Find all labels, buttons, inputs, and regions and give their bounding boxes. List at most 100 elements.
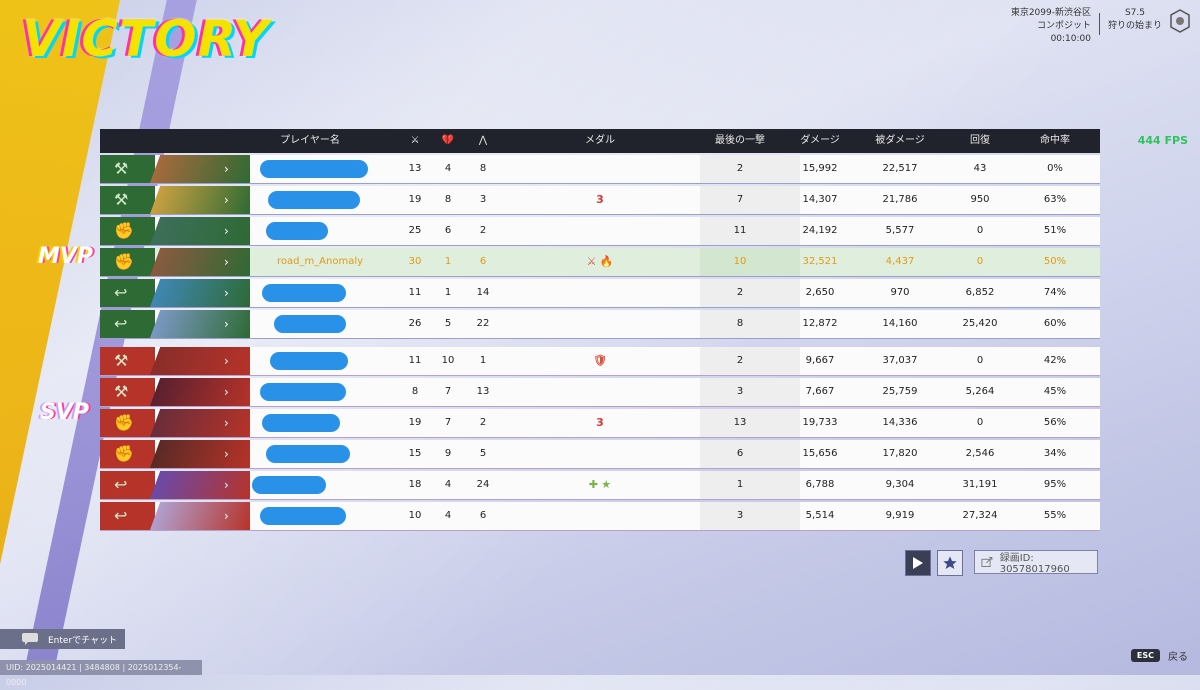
- player-row[interactable]: ↩ › 18 4 24 ✚ ★ 1 6,788 9,304 31,191 95%: [100, 471, 1100, 500]
- redacted-name: [266, 445, 350, 463]
- hero-portrait[interactable]: ✊ ›: [100, 409, 250, 437]
- accuracy: 55%: [1043, 510, 1067, 521]
- player-row[interactable]: ⚒ › 11 10 1 🛡 2 9,667 37,037 0 42%: [100, 347, 1100, 376]
- record-id-button[interactable]: 録画ID: 30578017960: [974, 550, 1098, 575]
- medal-icon: 3: [596, 193, 604, 206]
- back-button[interactable]: ESC 戻る: [1130, 648, 1188, 663]
- last-hit: 13: [733, 417, 747, 428]
- replay-button[interactable]: [905, 550, 931, 576]
- chevron-right-icon: ›: [224, 162, 229, 176]
- hero-portrait[interactable]: ⚒ ›: [100, 378, 250, 406]
- assists: 8: [479, 163, 487, 174]
- last-hit: 6: [736, 448, 744, 459]
- kills: 19: [408, 194, 422, 205]
- kills: 8: [411, 386, 419, 397]
- damage: 15,992: [802, 163, 838, 174]
- deaths: 5: [444, 318, 452, 329]
- role-icon: ⚒: [114, 190, 129, 209]
- hero-portrait[interactable]: ⚒ ›: [100, 155, 250, 183]
- player-name[interactable]: road_m_Anomaly: [260, 248, 380, 276]
- damage-taken: 37,037: [882, 355, 918, 366]
- season-badge-icon: [1170, 9, 1190, 33]
- medal-icon: 3: [596, 416, 604, 429]
- hero-portrait[interactable]: ⚒ ›: [100, 186, 250, 214]
- match-time: 00:10:00: [1050, 34, 1091, 44]
- player-row[interactable]: ⚒ › 8 7 13 3 7,667 25,759 5,264 45%: [100, 378, 1100, 407]
- last-hit: 11: [733, 225, 747, 236]
- hero-portrait[interactable]: ↩ ›: [100, 310, 250, 338]
- deaths: 4: [444, 163, 452, 174]
- record-id-text: 録画ID: 30578017960: [999, 553, 1070, 575]
- player-row[interactable]: ⚒ › 13 4 8 2 15,992 22,517 43 0%: [100, 155, 1100, 184]
- back-label: 戻る: [1168, 652, 1188, 663]
- accuracy: 74%: [1043, 287, 1067, 298]
- col-damage-taken: 被ダメージ: [875, 135, 925, 146]
- chevron-right-icon: ›: [224, 224, 229, 238]
- assists: 22: [476, 318, 490, 329]
- hero-portrait[interactable]: ✊ ›: [100, 217, 250, 245]
- player-row[interactable]: ⚒ › 19 8 3 3 7 14,307 21,786 950 63%: [100, 186, 1100, 215]
- kills: 11: [408, 355, 422, 366]
- player-row[interactable]: ✊ › 25 6 2 11 24,192 5,577 0 51%: [100, 217, 1100, 246]
- assists: 2: [479, 225, 487, 236]
- accuracy: 60%: [1043, 318, 1067, 329]
- player-row[interactable]: ↩ › 11 1 14 2 2,650 970 6,852 74%: [100, 279, 1100, 308]
- favorite-button[interactable]: [937, 550, 963, 576]
- redacted-name: [274, 315, 346, 333]
- healing: 0: [976, 355, 984, 366]
- role-icon: ✊: [114, 444, 134, 463]
- player-row[interactable]: ↩ › 10 4 6 3 5,514 9,919 27,324 55%: [100, 502, 1100, 531]
- healing: 6,852: [965, 287, 995, 298]
- role-icon: ⚒: [114, 159, 129, 178]
- last-hit: 2: [736, 287, 744, 298]
- damage-taken: 21,786: [882, 194, 918, 205]
- map-name: 東京2099-新渋谷区: [1010, 8, 1091, 18]
- kills: 11: [408, 287, 422, 298]
- chat-button[interactable]: Enterでチャット: [0, 629, 125, 649]
- kills: 13: [408, 163, 422, 174]
- accuracy: 95%: [1043, 479, 1067, 490]
- healing: 5,264: [965, 386, 995, 397]
- hero-portrait[interactable]: ✊ ›: [100, 248, 250, 276]
- hero-portrait[interactable]: ⚒ ›: [100, 347, 250, 375]
- kills: 18: [408, 479, 422, 490]
- damage-taken: 9,919: [885, 510, 915, 521]
- redacted-name: [260, 383, 346, 401]
- damage-taken: 5,577: [885, 225, 915, 236]
- assists: 3: [479, 194, 487, 205]
- hero-portrait[interactable]: ↩ ›: [100, 502, 250, 530]
- esc-key-icon: ESC: [1130, 649, 1160, 662]
- player-row[interactable]: ✊ › 15 9 5 6 15,656 17,820 2,546 34%: [100, 440, 1100, 469]
- redacted-name: [252, 476, 326, 494]
- last-hit: 7: [736, 194, 744, 205]
- chevron-right-icon: ›: [224, 447, 229, 461]
- deaths: 6: [444, 225, 452, 236]
- damage: 15,656: [802, 448, 838, 459]
- team-b-rows: ⚒ › 11 10 1 🛡 2 9,667 37,037 0 42% ⚒ › 8…: [100, 347, 1100, 531]
- hero-portrait[interactable]: ↩ ›: [100, 279, 250, 307]
- medals: ✚ ★: [570, 471, 630, 500]
- assists: 14: [476, 287, 490, 298]
- healing: 0: [976, 417, 984, 428]
- deaths: 10: [441, 355, 455, 366]
- hero-portrait[interactable]: ↩ ›: [100, 471, 250, 499]
- redacted-name: [260, 507, 346, 525]
- player-row[interactable]: ↩ › 26 5 22 8 12,872 14,160 25,420 60%: [100, 310, 1100, 339]
- player-row[interactable]: ✊ › 19 7 2 3 13 19,733 14,336 0 56%: [100, 409, 1100, 438]
- deaths: 1: [444, 287, 452, 298]
- accuracy: 42%: [1043, 355, 1067, 366]
- game-mode: コンポジット: [1036, 21, 1091, 31]
- chevron-right-icon: ›: [224, 385, 229, 399]
- chevron-right-icon: ›: [224, 354, 229, 368]
- last-hit: 1: [736, 479, 744, 490]
- player-row[interactable]: ✊ › road_m_Anomaly 30 1 6 ⚔ 🔥 10 32,521 …: [100, 248, 1100, 277]
- kills: 10: [408, 510, 422, 521]
- deaths-icon: 💔: [441, 135, 455, 146]
- col-last-hit: 最後の一撃: [715, 135, 765, 146]
- hero-portrait[interactable]: ✊ ›: [100, 440, 250, 468]
- damage-taken: 17,820: [882, 448, 918, 459]
- damage-taken: 970: [890, 287, 910, 298]
- role-icon: ↩: [114, 283, 128, 302]
- healing: 2,546: [965, 448, 995, 459]
- deaths: 7: [444, 417, 452, 428]
